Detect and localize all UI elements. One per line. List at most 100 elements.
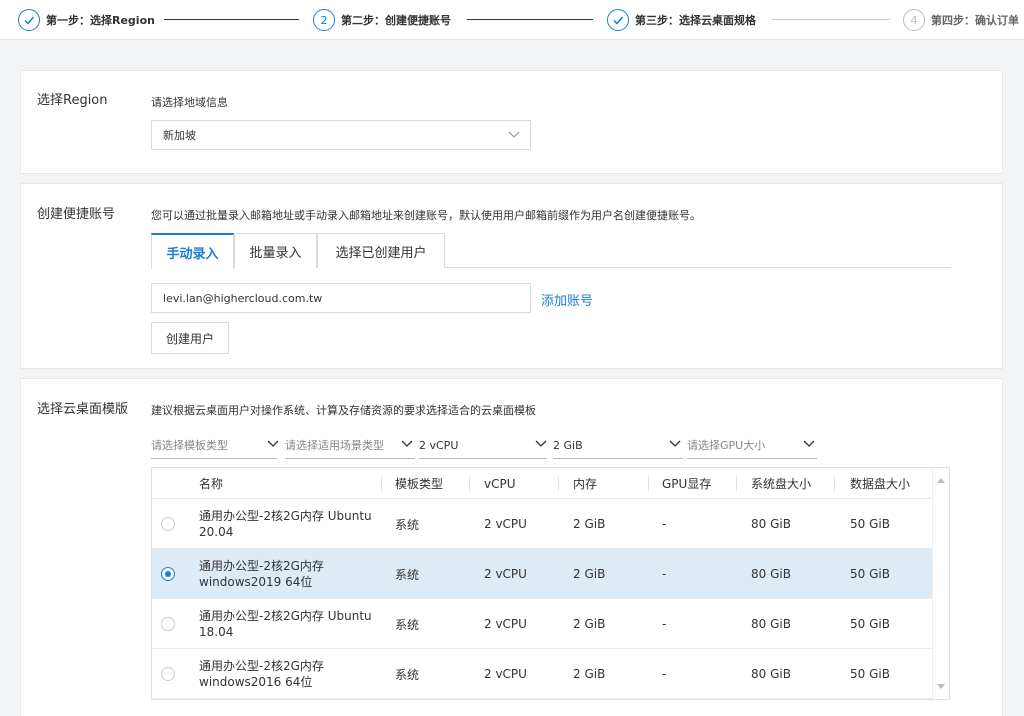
step-4[interactable]: 4 第四步：确认订单 <box>903 8 1019 32</box>
scene-type-placeholder: 请选择适用场景类型 <box>285 439 384 452</box>
row-template-type: 系统 <box>395 667 420 682</box>
row-data-disk: 50 GiB <box>850 617 890 631</box>
column-divider <box>736 476 737 491</box>
memory-filter-value: 2 GiB <box>553 438 583 452</box>
gpu-filter[interactable]: 请选择GPU大小 <box>687 432 817 459</box>
gpu-filter-placeholder: 请选择GPU大小 <box>687 439 766 452</box>
step-2-label: 第二步：创建便捷账号 <box>341 14 451 27</box>
row-system-disk: 80 GiB <box>751 567 791 581</box>
row-memory: 2 GiB <box>573 617 606 631</box>
row-radio[interactable] <box>161 667 175 681</box>
table-row[interactable]: 通用办公型-2核2G内存 Ubuntu 18.04 系统 2 vCPU 2 Gi… <box>152 599 933 649</box>
template-description: 建议根据云桌面用户对操作系统、计算及存储资源的要求选择适合的云桌面模板 <box>151 404 536 417</box>
checkmark-icon <box>18 9 40 31</box>
template-type-filter[interactable]: 请选择模板类型 <box>151 432 279 459</box>
row-radio-selected[interactable] <box>161 567 175 581</box>
row-gpu-memory: - <box>662 517 667 531</box>
step-3-label: 第三步：选择云桌面规格 <box>635 14 756 27</box>
step-1[interactable]: 第一步：选择Region <box>18 8 155 32</box>
step-divider <box>772 19 890 20</box>
row-vcpu: 2 vCPU <box>484 617 527 631</box>
table-row-selected[interactable]: 通用办公型-2核2G内存 windows2019 64位 系统 2 vCPU 2… <box>152 549 933 599</box>
row-vcpu: 2 vCPU <box>484 517 527 531</box>
table-row[interactable]: 通用办公型-2核2G内存 Ubuntu 20.04 系统 2 vCPU 2 Gi… <box>152 499 933 549</box>
email-input[interactable]: levi.lan@highercloud.com.tw <box>151 283 531 313</box>
chevron-down-icon <box>267 440 279 448</box>
tab-batch-entry[interactable]: 批量录入 <box>234 233 317 268</box>
vcpu-filter[interactable]: 2 vCPU <box>419 432 547 459</box>
row-memory: 2 GiB <box>573 567 606 581</box>
chevron-down-icon <box>401 440 413 448</box>
row-data-disk: 50 GiB <box>850 517 890 531</box>
region-section-title: 选择Region <box>37 93 108 108</box>
tab-existing-users[interactable]: 选择已创建用户 <box>317 233 445 268</box>
col-gpu-memory: GPU显存 <box>662 477 712 491</box>
row-template-type: 系统 <box>395 617 420 632</box>
row-gpu-memory: - <box>662 667 667 681</box>
account-section: 创建便捷账号 您可以通过批量录入邮箱地址或手动录入邮箱地址来创建账号，默认使用用… <box>20 183 1003 369</box>
table-scrollbar[interactable] <box>932 468 949 699</box>
account-description: 您可以通过批量录入邮箱地址或手动录入邮箱地址来创建账号，默认使用用户邮箱前缀作为… <box>151 209 701 222</box>
col-memory: 内存 <box>573 477 598 491</box>
row-gpu-memory: - <box>662 617 667 631</box>
scroll-down-icon[interactable] <box>937 684 945 689</box>
region-select[interactable]: 新加坡 <box>151 120 531 150</box>
column-divider <box>834 476 835 491</box>
region-selected-value: 新加坡 <box>163 129 196 142</box>
column-divider <box>381 476 382 491</box>
row-data-disk: 50 GiB <box>850 567 890 581</box>
column-divider <box>648 476 649 491</box>
email-input-value: levi.lan@highercloud.com.tw <box>163 291 323 305</box>
memory-filter[interactable]: 2 GiB <box>553 432 683 459</box>
template-type-placeholder: 请选择模板类型 <box>151 439 228 452</box>
step-4-number: 4 <box>903 9 925 31</box>
row-vcpu: 2 vCPU <box>484 667 527 681</box>
col-system-disk: 系统盘大小 <box>751 477 812 491</box>
row-memory: 2 GiB <box>573 517 606 531</box>
chevron-down-icon <box>803 440 815 448</box>
tab-manual-entry[interactable]: 手动录入 <box>151 233 234 269</box>
template-table: 名称 模板类型 vCPU 内存 GPU显存 系统盘大小 数据盘大小 通用办公型-… <box>151 467 950 700</box>
chevron-down-icon <box>508 131 520 139</box>
row-name: 通用办公型-2核2G内存 Ubuntu 18.04 <box>199 609 372 639</box>
row-system-disk: 80 GiB <box>751 617 791 631</box>
step-1-label: 第一步：选择Region <box>46 14 155 27</box>
col-name: 名称 <box>199 477 224 491</box>
row-radio[interactable] <box>161 517 175 531</box>
row-name: 通用办公型-2核2G内存 windows2016 64位 <box>199 659 324 689</box>
step-4-label: 第四步：确认订单 <box>931 14 1019 27</box>
col-data-disk: 数据盘大小 <box>850 477 911 491</box>
row-system-disk: 80 GiB <box>751 517 791 531</box>
row-memory: 2 GiB <box>573 667 606 681</box>
row-radio[interactable] <box>161 617 175 631</box>
col-vcpu: vCPU <box>484 476 516 491</box>
checkmark-icon <box>607 9 629 31</box>
row-template-type: 系统 <box>395 567 420 582</box>
row-name: 通用办公型-2核2G内存 Ubuntu 20.04 <box>199 509 372 539</box>
step-progress-bar: 第一步：选择Region 2 第二步：创建便捷账号 第三步：选择云桌面规格 4 … <box>0 0 1024 40</box>
chevron-down-icon <box>535 440 547 448</box>
row-data-disk: 50 GiB <box>850 667 890 681</box>
account-section-title: 创建便捷账号 <box>37 207 116 222</box>
row-name: 通用办公型-2核2G内存 windows2019 64位 <box>199 559 324 589</box>
column-divider <box>558 476 559 491</box>
vcpu-filter-value: 2 vCPU <box>419 438 459 452</box>
step-divider <box>164 19 299 20</box>
step-divider <box>467 19 593 20</box>
column-divider <box>469 476 470 491</box>
create-user-button[interactable]: 创建用户 <box>151 322 229 354</box>
step-3[interactable]: 第三步：选择云桌面规格 <box>607 8 756 32</box>
table-header: 名称 模板类型 vCPU 内存 GPU显存 系统盘大小 数据盘大小 <box>152 468 933 499</box>
step-2[interactable]: 2 第二步：创建便捷账号 <box>313 8 451 32</box>
template-section-title: 选择云桌面模版 <box>37 402 129 417</box>
scene-type-filter[interactable]: 请选择适用场景类型 <box>285 432 415 459</box>
step-2-number: 2 <box>313 9 335 31</box>
add-account-link[interactable]: 添加账号 <box>541 290 593 309</box>
scroll-up-icon[interactable] <box>937 478 945 483</box>
row-vcpu: 2 vCPU <box>484 567 527 581</box>
table-row[interactable]: 通用办公型-2核2G内存 windows2016 64位 系统 2 vCPU 2… <box>152 649 933 699</box>
col-template-type: 模板类型 <box>395 477 444 491</box>
chevron-down-icon <box>669 440 681 448</box>
row-template-type: 系统 <box>395 517 420 532</box>
row-system-disk: 80 GiB <box>751 667 791 681</box>
